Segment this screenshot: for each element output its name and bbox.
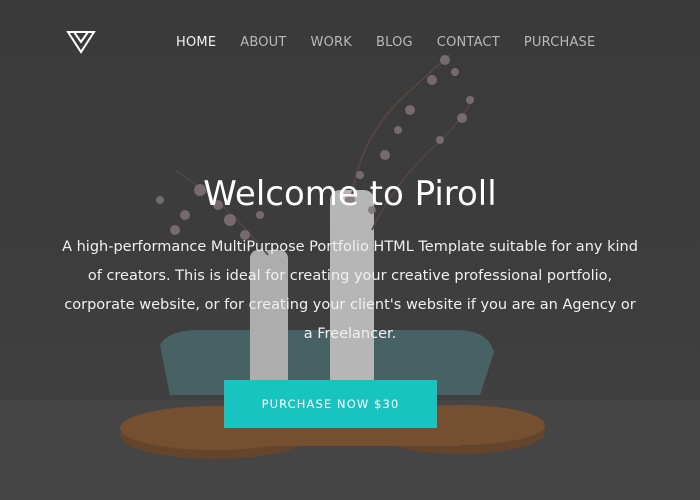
- nav-item-work[interactable]: WORK: [311, 34, 352, 52]
- nav-item-about[interactable]: ABOUT: [240, 34, 286, 52]
- nav-item-purchase[interactable]: PURCHASE: [524, 34, 596, 52]
- nav-item-contact[interactable]: CONTACT: [437, 34, 500, 52]
- hero-description: A high-performance MultiPurpose Portfoli…: [62, 239, 638, 342]
- triangle-logo-icon[interactable]: [66, 30, 96, 54]
- hero-title: Welcome to Piroll: [203, 174, 497, 214]
- nav-item-home[interactable]: HOME: [176, 34, 216, 52]
- main-nav: HOME ABOUT WORK BLOG CONTACT PURCHASE: [176, 34, 595, 52]
- purchase-now-button[interactable]: PURCHASE NOW $30: [224, 380, 437, 428]
- nav-item-blog[interactable]: BLOG: [376, 34, 413, 52]
